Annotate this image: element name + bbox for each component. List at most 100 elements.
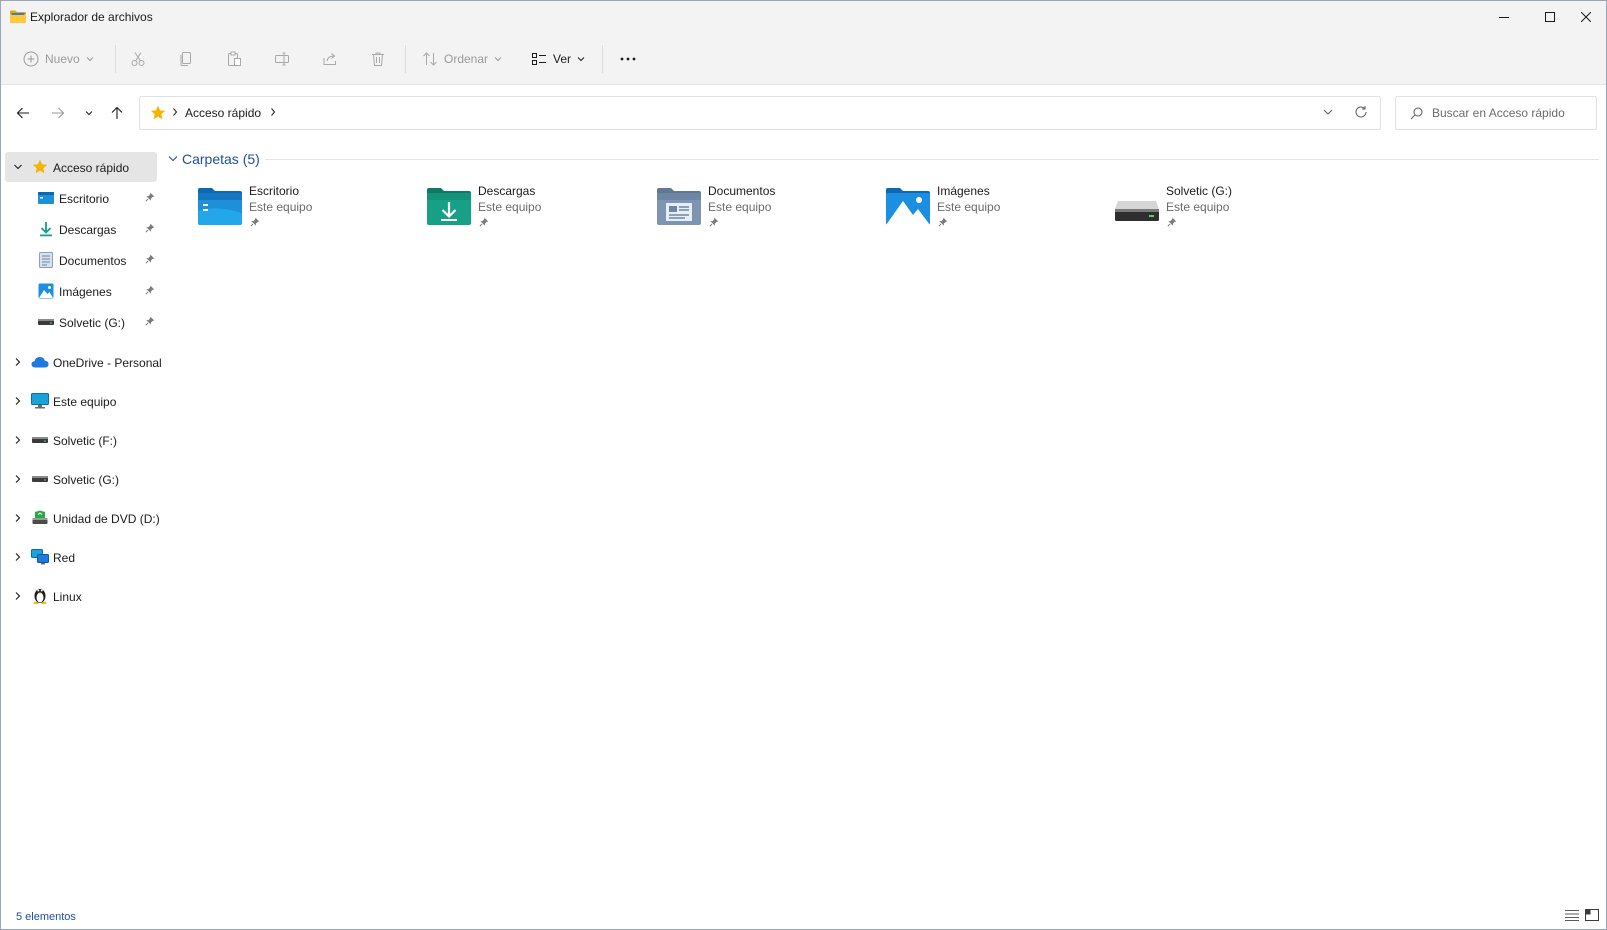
sidebar-item-quick-access[interactable]: Acceso rápido: [5, 152, 157, 182]
chevron-right-icon[interactable]: [13, 435, 23, 445]
chevron-right-icon[interactable]: [13, 552, 23, 562]
dvd-drive-icon: [31, 509, 49, 527]
pin-icon[interactable]: [145, 316, 155, 326]
address-bar[interactable]: Acceso rápido: [139, 96, 1381, 130]
cut-button[interactable]: [130, 43, 146, 75]
sidebar-item-solvetic-f[interactable]: Solvetic (F:): [5, 425, 157, 455]
paste-button[interactable]: [226, 43, 242, 75]
desktop-folder-icon: [37, 189, 55, 207]
sidebar-item-label: Unidad de DVD (D:): [53, 512, 160, 526]
chevron-down-icon[interactable]: [168, 155, 178, 163]
chevron-down-icon[interactable]: [13, 162, 23, 172]
back-button[interactable]: [11, 101, 35, 125]
pin-icon[interactable]: [145, 192, 155, 202]
up-button[interactable]: [105, 101, 129, 125]
folder-tile-imagenes[interactable]: Imágenes Este equipo: [886, 181, 1106, 241]
paste-icon: [228, 51, 241, 66]
pin-icon[interactable]: [145, 285, 155, 295]
chevron-down-icon: [86, 57, 94, 62]
chevron-right-icon[interactable]: [13, 357, 23, 367]
drive-tile-solvetic-g[interactable]: Solvetic (G:) Este equipo: [1115, 181, 1335, 241]
sidebar-item-red[interactable]: Red: [5, 542, 157, 572]
chevron-right-icon[interactable]: [13, 396, 23, 406]
sidebar-item-label: Solvetic (G:): [59, 316, 126, 330]
tiles-view-icon[interactable]: [1585, 909, 1599, 921]
sidebar-item-label: Linux: [53, 590, 82, 604]
chevron-down-icon[interactable]: [1322, 106, 1334, 118]
chevron-down-icon: [85, 111, 93, 116]
chevron-right-icon[interactable]: [269, 107, 277, 117]
view-button[interactable]: Ver: [531, 43, 585, 75]
drive-name: Solvetic (G:): [1166, 184, 1233, 198]
chevron-right-icon[interactable]: [13, 513, 23, 523]
recent-locations-button[interactable]: [77, 101, 101, 125]
search-input[interactable]: [1432, 97, 1592, 129]
drive-icon: [31, 431, 49, 449]
new-button-label: Nuevo: [45, 52, 80, 66]
drive-icon: [31, 470, 49, 488]
sidebar-item-linux[interactable]: Linux: [5, 581, 157, 611]
pictures-folder-icon: [886, 188, 930, 225]
star-icon: [31, 158, 49, 176]
folder-tile-documentos[interactable]: Documentos Este equipo: [657, 181, 877, 241]
delete-button[interactable]: [370, 43, 386, 75]
folder-tile-escritorio[interactable]: Escritorio Este equipo: [198, 181, 418, 241]
close-button[interactable]: [1563, 1, 1607, 33]
breadcrumb-quick-access[interactable]: Acceso rápido: [185, 106, 261, 120]
sidebar-item-solvetic-g[interactable]: Solvetic (G:): [5, 307, 157, 337]
folder-icon: [10, 10, 26, 23]
sidebar-item-label: Solvetic (G:): [53, 473, 120, 487]
sort-button[interactable]: Ordenar: [422, 43, 502, 75]
minimize-button[interactable]: [1481, 1, 1527, 33]
new-button[interactable]: Nuevo: [23, 43, 94, 75]
drive-icon: [37, 313, 55, 331]
sidebar-item-solvetic-g-drive[interactable]: Solvetic (G:): [5, 464, 157, 494]
more-icon: [620, 57, 636, 61]
sidebar-item-este-equipo[interactable]: Este equipo: [5, 386, 157, 416]
minimize-icon: [1499, 17, 1509, 18]
folder-tile-descargas[interactable]: Descargas Este equipo: [427, 181, 647, 241]
sidebar-item-dvd-drive[interactable]: Unidad de DVD (D:): [5, 503, 160, 533]
drive-icon: [1115, 201, 1159, 221]
folder-name: Descargas: [478, 184, 536, 198]
pin-icon: [938, 217, 948, 227]
folder-location: Este equipo: [708, 200, 772, 214]
sidebar-item-documentos[interactable]: Documentos: [5, 245, 157, 275]
pin-icon: [709, 217, 719, 227]
folder-location: Este equipo: [478, 200, 542, 214]
title-bar[interactable]: Explorador de archivos: [1, 1, 1606, 33]
share-button[interactable]: [322, 43, 338, 75]
pin-icon[interactable]: [145, 223, 155, 233]
navigation-pane: Acceso rápido Escritorio Descargas Docum…: [1, 147, 163, 907]
pin-icon[interactable]: [145, 254, 155, 264]
drive-location: Este equipo: [1166, 200, 1230, 214]
share-icon: [323, 53, 336, 65]
sidebar-item-descargas[interactable]: Descargas: [5, 214, 157, 244]
more-options-button[interactable]: [619, 43, 637, 75]
sidebar-item-onedrive[interactable]: OneDrive - Personal: [5, 347, 162, 377]
desktop-folder-icon: [198, 188, 242, 225]
toolbar-separator: [115, 45, 116, 73]
sidebar-item-escritorio[interactable]: Escritorio: [5, 183, 157, 213]
download-icon: [37, 220, 55, 238]
view-button-label: Ver: [553, 52, 572, 66]
sidebar-item-label: Solvetic (F:): [53, 434, 118, 448]
search-box[interactable]: [1395, 96, 1597, 130]
chevron-right-icon[interactable]: [171, 107, 179, 117]
folder-location: Este equipo: [937, 200, 1001, 214]
chevron-right-icon[interactable]: [13, 474, 23, 484]
forward-button[interactable]: [46, 101, 70, 125]
copy-button[interactable]: [178, 43, 194, 75]
sidebar-item-label: Descargas: [59, 223, 117, 237]
file-explorer-window: Explorador de archivos Nuevo Ordenar Ver…: [0, 0, 1607, 930]
rename-button[interactable]: [274, 43, 290, 75]
sidebar-item-imagenes[interactable]: Imágenes: [5, 276, 157, 306]
details-view-icon[interactable]: [1565, 909, 1579, 921]
folder-name: Documentos: [708, 184, 776, 198]
refresh-icon[interactable]: [1354, 105, 1368, 119]
chevron-right-icon[interactable]: [13, 591, 23, 601]
sort-icon: [423, 52, 437, 66]
onedrive-cloud-icon: [31, 353, 49, 371]
status-item-count: 5 elementos: [16, 911, 76, 923]
plus-circle-icon: [23, 51, 39, 67]
